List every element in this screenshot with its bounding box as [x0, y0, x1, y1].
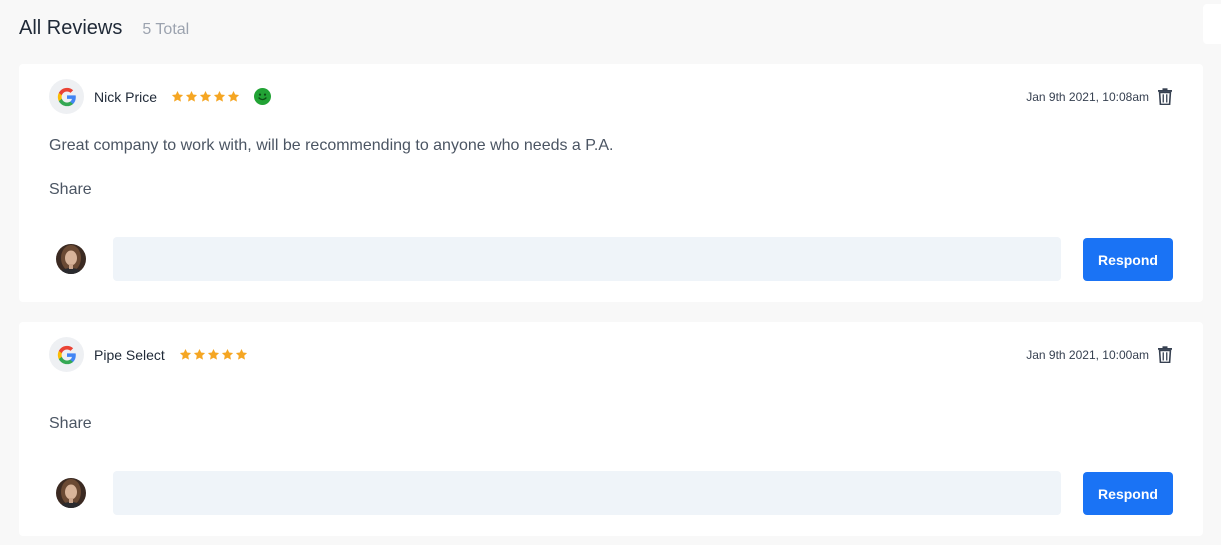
star-icon — [207, 348, 220, 361]
trash-icon[interactable] — [1157, 346, 1173, 363]
star-icon — [185, 90, 198, 103]
review-count: 5 Total — [142, 21, 190, 38]
review-card: Nick Price Jan 9th 2021, 10:08am Great c… — [19, 64, 1203, 302]
review-source — [49, 79, 84, 114]
star-icon — [179, 348, 192, 361]
review-card: Pipe Select Jan 9th 2021, 10:00am Share … — [19, 322, 1203, 536]
share-link[interactable]: Share — [49, 415, 92, 433]
page-header: All Reviews 5 Total — [19, 17, 189, 40]
reply-input[interactable] — [113, 237, 1061, 281]
review-text: Great company to work with, will be reco… — [49, 137, 614, 154]
share-link[interactable]: Share — [49, 181, 92, 199]
star-icon — [227, 90, 240, 103]
respond-button[interactable]: Respond — [1083, 238, 1173, 281]
review-header: Pipe Select — [49, 337, 248, 372]
review-header: Nick Price — [49, 79, 272, 114]
star-icon — [213, 90, 226, 103]
review-date: Jan 9th 2021, 10:08am — [1026, 89, 1149, 104]
star-icon — [199, 90, 212, 103]
edge-panel — [1203, 4, 1221, 44]
review-date: Jan 9th 2021, 10:00am — [1026, 347, 1149, 362]
star-icon — [235, 348, 248, 361]
google-icon — [57, 345, 77, 365]
avatar — [56, 244, 86, 274]
positive-sentiment-icon — [254, 88, 272, 105]
review-meta: Jan 9th 2021, 10:08am — [1026, 88, 1173, 105]
reply-input[interactable] — [113, 471, 1061, 515]
avatar — [56, 478, 86, 508]
reply-row: Respond — [56, 470, 1173, 516]
review-source — [49, 337, 84, 372]
star-icon — [221, 348, 234, 361]
star-icon — [193, 348, 206, 361]
reviewer-name: Pipe Select — [94, 346, 165, 363]
star-icon — [171, 90, 184, 103]
trash-icon[interactable] — [1157, 88, 1173, 105]
respond-button[interactable]: Respond — [1083, 472, 1173, 515]
google-icon — [57, 87, 77, 107]
star-rating — [171, 90, 240, 103]
page-title: All Reviews — [19, 17, 123, 39]
review-meta: Jan 9th 2021, 10:00am — [1026, 346, 1173, 363]
star-rating — [179, 348, 248, 361]
reviewer-name: Nick Price — [94, 88, 158, 105]
reply-row: Respond — [56, 236, 1173, 282]
